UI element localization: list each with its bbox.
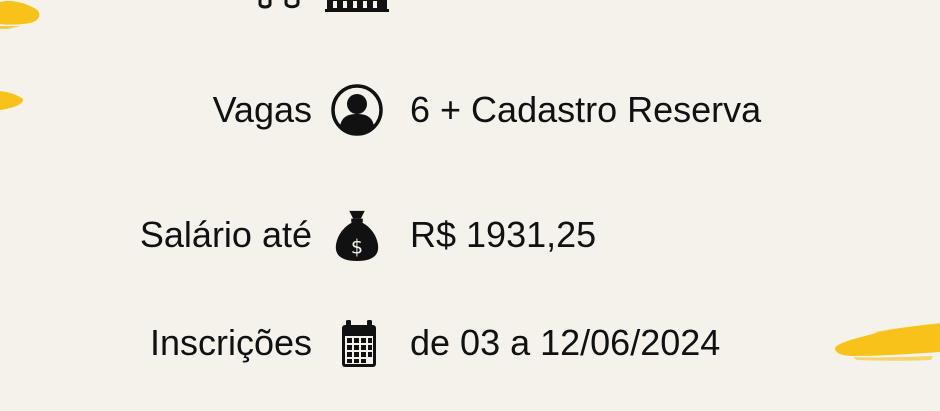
yellow-brush-stroke-top-left	[0, 0, 40, 29]
info-row-value: de 03 a 12/06/2024	[410, 322, 721, 363]
info-row-salario: Salário até $ R$ 1931,25	[0, 200, 940, 270]
cut-off-label-fragment	[258, 0, 300, 9]
info-row-value: 6 + Cadastro Reserva	[410, 89, 762, 130]
info-row-label: Salário até	[139, 214, 312, 255]
info-row-value: R$ 1931,25	[410, 214, 597, 255]
info-row-label: Vagas	[212, 89, 312, 130]
money-bag-icon: $	[335, 210, 379, 261]
calendar-icon	[342, 320, 376, 367]
info-row-inscricoes: Inscrições de 03 a 12/06/2024	[0, 308, 940, 378]
svg-text:$: $	[351, 235, 363, 258]
user-icon	[331, 84, 383, 136]
info-row-vagas: Vagas 6 + Cadastro Reserva	[0, 75, 940, 145]
building-icon	[325, 0, 389, 12]
info-row-label: Inscrições	[149, 322, 312, 363]
